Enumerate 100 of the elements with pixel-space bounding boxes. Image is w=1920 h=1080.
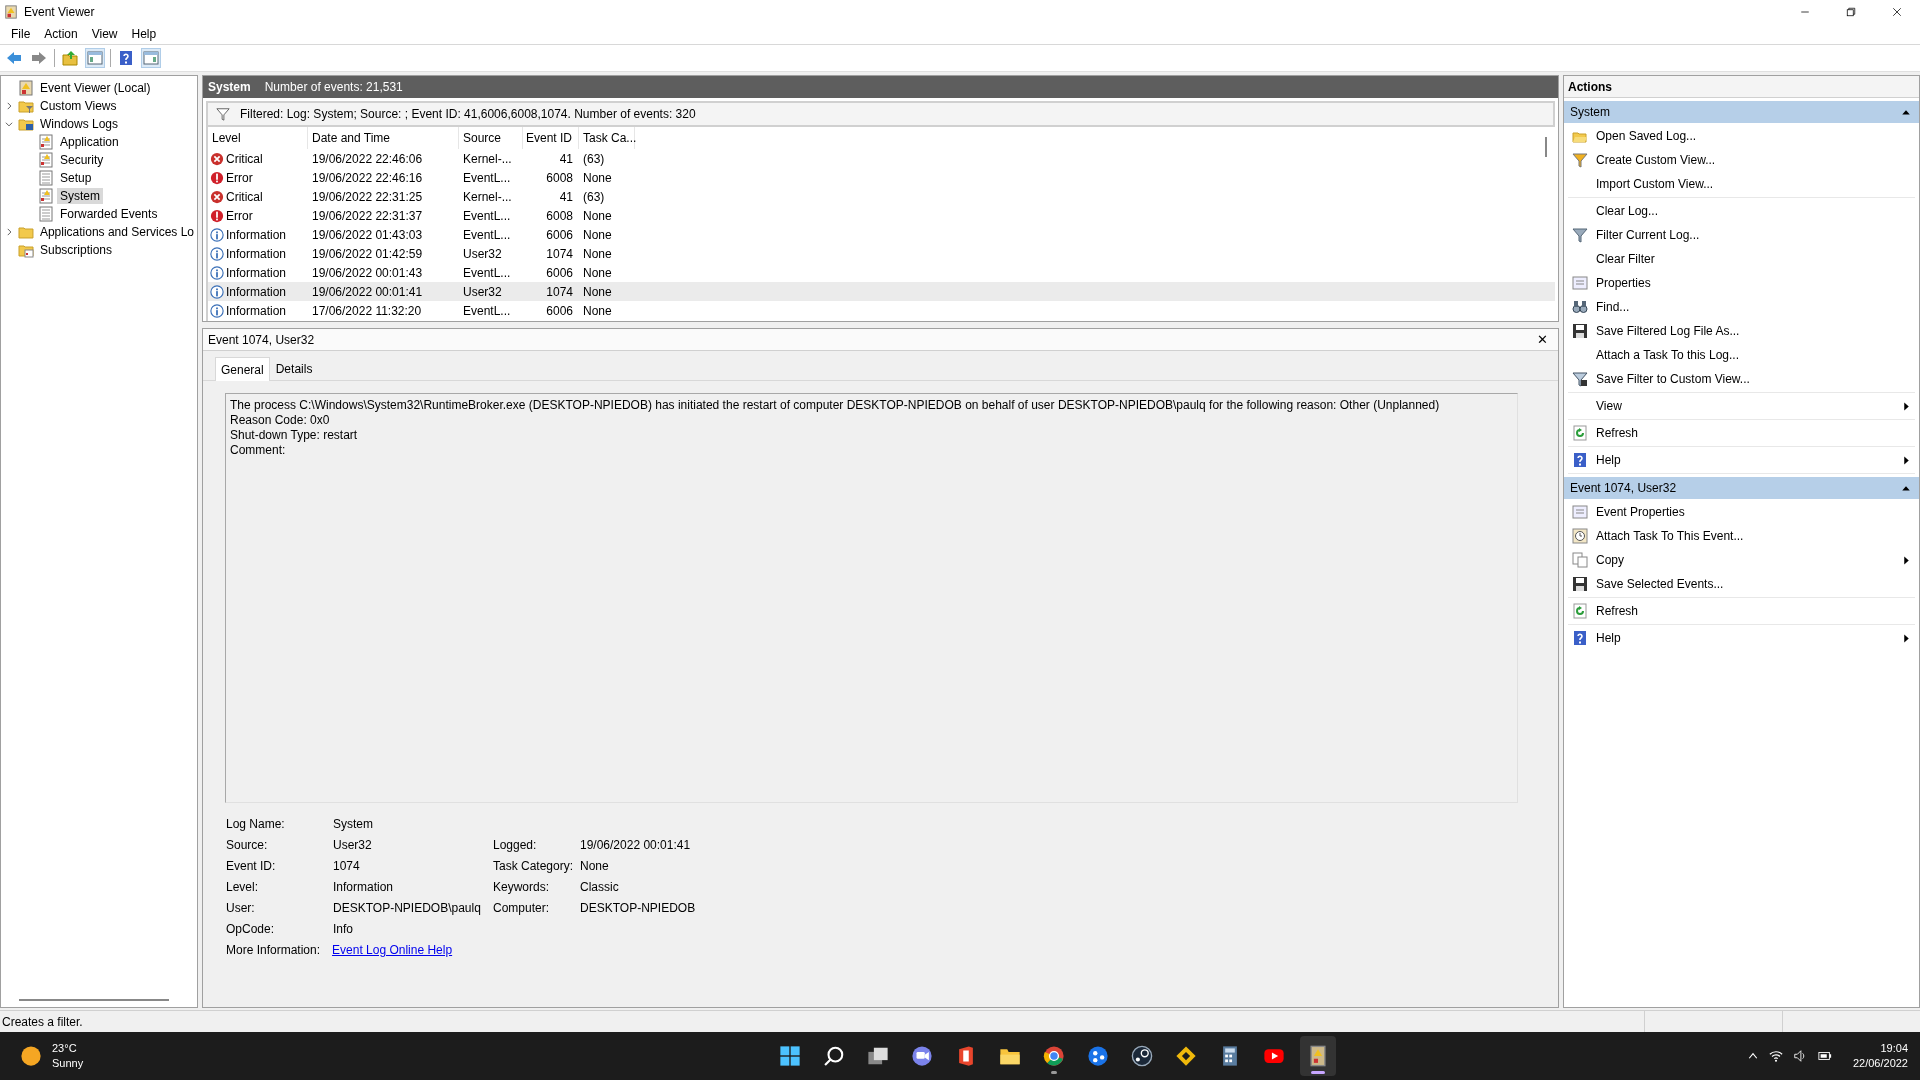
event-row[interactable]: Error 19/06/2022 22:46:16 EventL... 6008 None — [208, 168, 1555, 187]
command-row[interactable]: Create Custom View... — [1568, 148, 1915, 172]
panel-icon[interactable] — [87, 50, 103, 66]
command-label: Clear Log... — [1596, 204, 1660, 218]
column-header[interactable]: Level — [208, 127, 308, 149]
event-id-cell-text: 41 — [558, 189, 574, 204]
command-label: Create Custom View... — [1596, 153, 1717, 167]
command-label: Find... — [1596, 300, 1631, 314]
wifi-icon[interactable] — [1768, 1049, 1783, 1063]
panel-icon[interactable] — [143, 50, 159, 66]
tree-item[interactable]: Application — [57, 134, 122, 150]
section-header[interactable]: Event 1074, User32 — [1564, 477, 1919, 499]
chevron-down-icon[interactable] — [4, 119, 14, 129]
battery-icon[interactable] — [1816, 1049, 1833, 1063]
horizontal-scrollbar[interactable] — [19, 999, 169, 1001]
funnel-icon — [1572, 152, 1588, 168]
tree-item[interactable]: System — [57, 188, 103, 204]
field-value: Information — [333, 880, 395, 895]
help-icon[interactable] — [118, 50, 134, 66]
event-id-cell-text: 6008 — [545, 208, 574, 223]
command-row[interactable]: Save Filter to Custom View... — [1568, 367, 1915, 391]
command-label: Help — [1596, 453, 1622, 467]
column-header[interactable]: Source — [459, 127, 523, 149]
command-row[interactable]: Save Selected Events... — [1568, 572, 1915, 596]
event-row[interactable]: Critical 19/06/2022 22:46:06 Kernel-... 41 (63) — [208, 149, 1555, 168]
tree-item[interactable]: Applications and Services Lo — [36, 224, 197, 240]
column-header[interactable]: Event ID — [523, 127, 579, 149]
tree-item[interactable]: Subscriptions — [37, 242, 116, 258]
event-row[interactable]: Information 19/06/2022 00:01:41 User32 1074 None — [208, 282, 1555, 301]
forward-arrow-icon[interactable] — [31, 50, 47, 66]
tree-item[interactable]: Windows Logs — [37, 116, 122, 132]
task-category-cell-text: None — [582, 265, 613, 280]
tab[interactable]: General — [215, 357, 270, 381]
source-cell-text: EventL... — [462, 303, 512, 318]
event-row[interactable]: Critical 19/06/2022 22:31:25 Kernel-... 41 (63) — [208, 187, 1555, 206]
task-category-cell-text: None — [582, 170, 613, 185]
close-icon[interactable] — [1891, 6, 1903, 18]
command-row[interactable]: Import Custom View... — [1568, 172, 1915, 196]
command-row[interactable]: Refresh — [1568, 421, 1915, 445]
tree-item[interactable]: Event Viewer (Local) — [37, 80, 154, 96]
menu-item[interactable]: View — [84, 27, 125, 41]
menu-item[interactable]: File — [4, 27, 38, 41]
source-cell-text: User32 — [462, 246, 503, 261]
close-button[interactable]: ✕ — [1537, 332, 1548, 347]
task-category-cell-text: (63) — [582, 151, 606, 166]
field-value: User32 — [333, 838, 373, 853]
properties-icon — [1572, 275, 1588, 291]
tree-item[interactable]: Custom Views — [37, 98, 120, 114]
folder-icon[interactable] — [62, 50, 78, 66]
command-label: Clear Filter — [1596, 252, 1656, 266]
column-header[interactable]: Date and Time — [308, 127, 459, 149]
restore-icon[interactable] — [1845, 6, 1857, 18]
field-label: Keywords: — [493, 880, 551, 895]
scrollbar-thumb[interactable] — [1545, 137, 1547, 157]
help-link[interactable]: Event Log Online Help — [332, 943, 453, 958]
event-viewer-icon — [1307, 1045, 1329, 1067]
event-row[interactable]: Information 19/06/2022 01:43:03 EventL... 6006 None — [208, 225, 1555, 244]
field-value: DESKTOP-NPIEDOB\paulq — [333, 901, 482, 916]
chevron-right-icon[interactable] — [4, 101, 14, 111]
task-category-cell-text: None — [582, 246, 613, 261]
tab[interactable]: Details — [269, 357, 319, 380]
actions-title: Actions — [1564, 76, 1919, 98]
command-row[interactable]: Save Filtered Log File As... — [1568, 319, 1915, 343]
event-row[interactable]: Error 19/06/2022 22:31:37 EventL... 6008 None — [208, 206, 1555, 225]
command-row[interactable]: Refresh — [1568, 599, 1915, 623]
taskbar-button[interactable] — [1300, 1036, 1336, 1076]
command-label: Refresh — [1596, 426, 1640, 440]
command-row[interactable]: Properties — [1568, 271, 1915, 295]
event-row[interactable]: Information 17/06/2022 11:32:20 EventL... 6006 None — [208, 301, 1555, 320]
diamond-icon — [1175, 1045, 1197, 1067]
menu-item[interactable]: Help — [124, 27, 164, 41]
command-row[interactable]: Find... — [1568, 295, 1915, 319]
event-row[interactable]: Information 19/06/2022 01:42:59 User32 1074 None — [208, 244, 1555, 263]
back-arrow-icon[interactable] — [6, 50, 22, 66]
date-cell-text: 19/06/2022 22:46:06 — [311, 151, 424, 166]
column-header[interactable]: Task Ca... — [579, 127, 635, 149]
clock[interactable]: 19:04 22/06/2022 — [1842, 1041, 1908, 1071]
command-row[interactable]: Clear Filter — [1568, 247, 1915, 271]
command-row[interactable]: Attach Task To This Event... — [1568, 524, 1915, 548]
source-cell-text: EventL... — [462, 227, 512, 242]
menu-item[interactable]: Action — [37, 27, 85, 41]
command-row[interactable]: Help — [1568, 448, 1915, 472]
tree-item[interactable]: Forwarded Events — [57, 206, 161, 222]
tree-item[interactable]: Setup — [57, 170, 95, 186]
command-row[interactable]: Copy — [1568, 548, 1915, 572]
command-row[interactable]: View — [1568, 394, 1915, 418]
command-row[interactable]: Filter Current Log... — [1568, 223, 1915, 247]
tree-item[interactable]: Security — [57, 152, 107, 168]
sun-icon[interactable] — [20, 1045, 42, 1067]
command-row[interactable]: Attach a Task To this Log... — [1568, 343, 1915, 367]
section-header[interactable]: System — [1564, 101, 1919, 123]
command-row[interactable]: Help — [1568, 626, 1915, 650]
date-cell-text: 19/06/2022 22:31:25 — [311, 189, 424, 204]
command-row[interactable]: Open Saved Log... — [1568, 124, 1915, 148]
event-row[interactable]: Information 19/06/2022 00:01:43 EventL... 6006 None — [208, 263, 1555, 282]
command-row[interactable]: Event Properties — [1568, 500, 1915, 524]
command-row[interactable]: Clear Log... — [1568, 199, 1915, 223]
task-category-cell-text: None — [582, 227, 613, 242]
speaker-icon[interactable] — [1792, 1049, 1807, 1063]
command-label: Properties — [1596, 276, 1652, 290]
